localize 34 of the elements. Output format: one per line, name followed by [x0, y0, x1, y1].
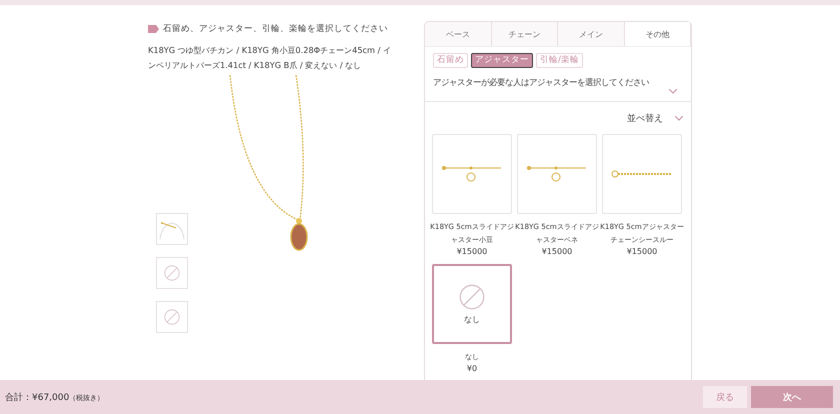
adjuster-drawing: [441, 164, 503, 184]
section-heading: 石留め、アジャスター、引輪、楽輪を選択してください: [163, 23, 388, 35]
product-price: ¥15000: [456, 246, 488, 258]
category-tab[interactable]: 引輪/楽輪: [536, 53, 583, 68]
instruction-text: アジャスターが必要な人はアジャスターを選択してください: [433, 77, 649, 88]
product-price: ¥15000: [542, 246, 572, 258]
step-tab[interactable]: その他: [624, 22, 691, 46]
sort-label[interactable]: 並べ替え: [627, 112, 663, 125]
product-card[interactable]: [432, 134, 512, 214]
necklace-icon: [158, 219, 186, 239]
thumbnail[interactable]: [156, 213, 188, 245]
tag-icon: [148, 25, 159, 33]
category-tab[interactable]: 石留め: [433, 53, 468, 68]
selection-summary: K18YG つゆ型バチカン / K18YG 角小豆0.28Φチェーン45cm / インペリアルトパーズ1.41ct / K18YG B爪 / 変えない / なし: [148, 44, 392, 72]
adjuster-drawing: [526, 164, 588, 184]
product-price: ¥0: [466, 363, 478, 375]
next-button[interactable]: 次へ: [751, 386, 833, 408]
product-card[interactable]: [517, 134, 597, 214]
back-button[interactable]: 戻る: [703, 386, 747, 408]
thumbnail[interactable]: [156, 301, 188, 333]
chevron-down-icon[interactable]: [669, 89, 677, 94]
chain-drawing: [611, 170, 673, 178]
product-card[interactable]: なし: [432, 264, 512, 344]
category-tab[interactable]: アジャスター: [471, 53, 533, 68]
step-tab[interactable]: チェーン: [492, 22, 558, 46]
prohibited-icon: [164, 265, 180, 281]
prohibited-icon: [459, 284, 485, 310]
step-tab[interactable]: ベース: [425, 22, 492, 46]
chevron-down-icon[interactable]: [675, 116, 683, 121]
card-label: なし: [464, 314, 480, 324]
thumbnail[interactable]: [156, 257, 188, 289]
prohibited-icon: [164, 309, 180, 325]
product-card[interactable]: [602, 134, 682, 214]
product-price: ¥15000: [626, 246, 658, 258]
